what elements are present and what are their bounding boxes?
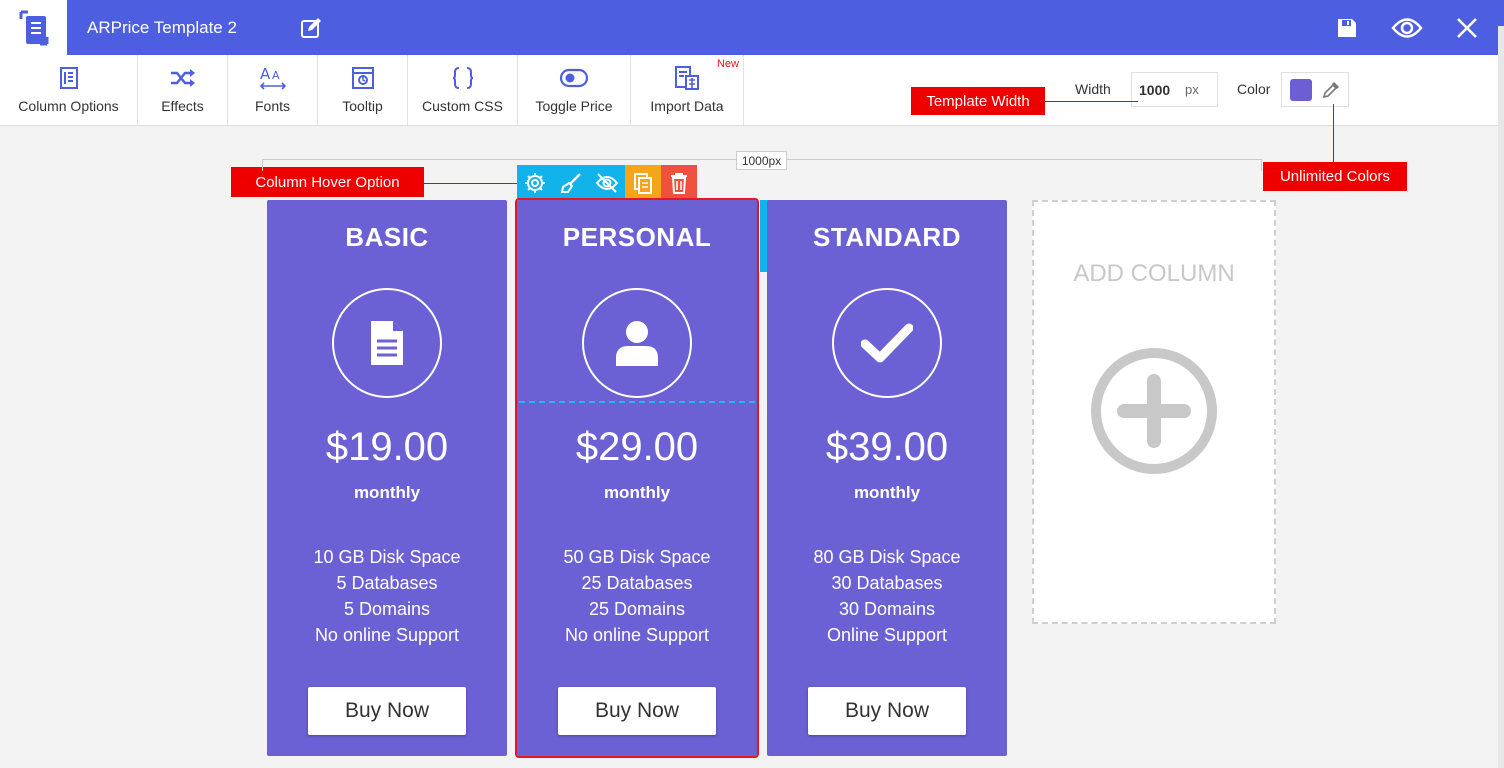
tool-label: Import Data [650, 98, 724, 114]
feature-item: 50 GB Disk Space [563, 547, 711, 567]
feature-item: 80 GB Disk Space [813, 547, 961, 567]
close-icon[interactable] [1448, 9, 1486, 47]
color-label: Color [1237, 81, 1271, 97]
feature-item: 30 Databases [831, 573, 943, 593]
width-label: Width [1075, 81, 1111, 97]
preview-icon[interactable] [1388, 9, 1426, 47]
width-unit: px [1185, 82, 1199, 97]
shuffle-icon [170, 65, 196, 91]
pricing-column-standard[interactable]: STANDARD $39.00 monthly 80 GB Disk Space… [767, 200, 1007, 756]
delete-icon[interactable] [661, 165, 697, 200]
column-options-icon [59, 65, 79, 91]
document-icon [332, 288, 442, 398]
tooltip-button[interactable]: Tooltip [318, 55, 408, 125]
tool-label: Custom CSS [422, 98, 503, 114]
feature-item: No online Support [564, 625, 710, 645]
toggle-icon [559, 65, 589, 91]
toolbar: Column Options Effects A A Fonts Tooltip… [0, 55, 1504, 126]
tool-label: Fonts [254, 98, 290, 114]
column-options-button[interactable]: Column Options [0, 55, 138, 125]
scrollbar[interactable] [1498, 26, 1504, 768]
eyedropper-icon[interactable] [1320, 79, 1342, 101]
feature-item: 5 Databases [336, 573, 438, 593]
column-price: $39.00 [825, 425, 949, 469]
header-bar: ARPrice Template 2 [0, 0, 1504, 55]
width-value[interactable]: 1000 [1139, 82, 1185, 98]
feature-item: No online Support [314, 625, 460, 645]
tooltip-icon [351, 65, 375, 91]
column-price: $19.00 [325, 425, 449, 469]
column-period: monthly [353, 483, 421, 502]
feature-item: 25 Databases [581, 573, 693, 593]
feature-item: 5 Domains [343, 599, 431, 619]
unlimited-colors-callout: Unlimited Colors [1263, 162, 1407, 191]
add-column-button[interactable]: ADD COLUMN [1032, 200, 1276, 624]
column-title: BASIC [345, 222, 429, 252]
column-hover-callout: Column Hover Option [231, 167, 424, 197]
add-column-label: ADD COLUMN [1073, 260, 1235, 287]
user-icon [582, 288, 692, 398]
braces-icon [452, 65, 474, 91]
callout-line [424, 183, 517, 184]
logo-icon [0, 0, 67, 55]
edit-icon[interactable] [299, 16, 323, 40]
svg-text:A: A [272, 69, 280, 82]
new-badge: New [716, 58, 739, 70]
import-data-button[interactable]: New Import Data [631, 55, 744, 125]
color-selector [1281, 72, 1349, 107]
feature-item: 30 Domains [838, 599, 936, 619]
tool-label: Column Options [18, 98, 119, 114]
column-title: PERSONAL [562, 222, 712, 252]
save-icon[interactable] [1328, 9, 1366, 47]
fonts-icon: A A [259, 65, 287, 91]
buy-now-button[interactable]: Buy Now [558, 687, 716, 735]
column-title: STANDARD [813, 222, 961, 252]
import-icon [674, 65, 700, 91]
duplicate-icon[interactable] [625, 165, 661, 200]
template-title: ARPrice Template 2 [87, 17, 237, 37]
buy-now-button[interactable]: Buy Now [308, 687, 466, 735]
buy-now-button[interactable]: Buy Now [808, 687, 966, 735]
ruler-label: 1000px [736, 151, 787, 170]
toggle-price-button[interactable]: Toggle Price [518, 55, 631, 125]
width-input[interactable]: 1000 px [1131, 72, 1218, 107]
effects-button[interactable]: Effects [138, 55, 228, 125]
custom-css-button[interactable]: Custom CSS [408, 55, 518, 125]
tool-label: Tooltip [342, 98, 383, 114]
pricing-column-basic[interactable]: BASIC $19.00 monthly 10 GB Disk Space 5 … [267, 200, 507, 756]
hide-icon[interactable] [589, 165, 625, 200]
fonts-button[interactable]: A A Fonts [228, 55, 318, 125]
tool-label: Toggle Price [535, 98, 613, 114]
column-price: $29.00 [575, 425, 699, 469]
svg-text:A: A [260, 65, 271, 83]
feature-item: Online Support [826, 625, 948, 645]
column-period: monthly [853, 483, 921, 502]
column-hover-toolbar [517, 165, 697, 200]
column-period: monthly [603, 483, 671, 502]
tool-label: Effects [161, 98, 204, 114]
add-plus-icon [1090, 347, 1218, 475]
template-width-callout: Template Width [911, 87, 1045, 115]
section-divider [519, 401, 755, 403]
pricing-column-personal[interactable]: PERSONAL $29.00 monthly 50 GB Disk Space… [515, 198, 759, 758]
color-swatch[interactable] [1290, 79, 1312, 101]
check-icon [832, 288, 942, 398]
callout-line [1333, 104, 1334, 163]
settings-gear-icon[interactable] [517, 165, 553, 200]
brush-icon[interactable] [553, 165, 589, 200]
feature-item: 10 GB Disk Space [313, 547, 461, 567]
feature-item: 25 Domains [588, 599, 686, 619]
callout-line [1045, 101, 1138, 102]
